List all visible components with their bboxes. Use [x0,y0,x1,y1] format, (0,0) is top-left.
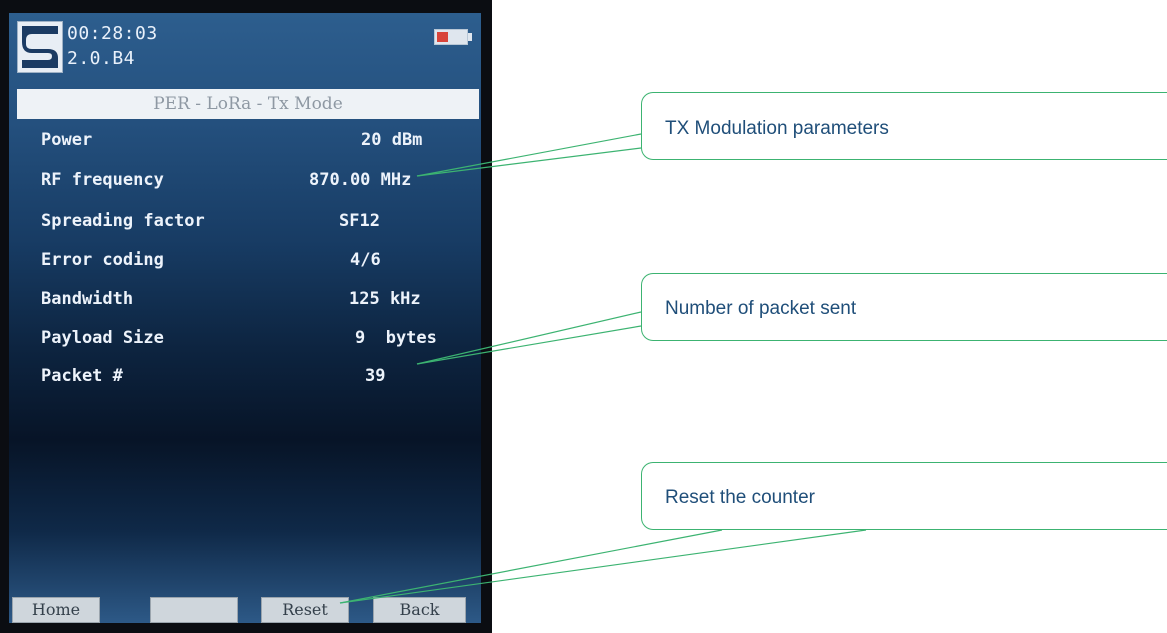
screen-title: PER - LoRa - Tx Mode [17,89,479,119]
param-label: RF frequency [41,170,164,190]
reset-button[interactable]: Reset [261,597,349,623]
param-power: Power 20 dBm [9,130,481,160]
param-payload-size: Payload Size 9 bytes [9,328,481,358]
clock: 00:28:03 [67,23,158,44]
back-button[interactable]: Back [373,597,466,623]
param-value: 39 [365,366,386,386]
semtech-logo-icon [17,21,63,73]
param-label: Error coding [41,250,164,270]
blank-softkey[interactable] [150,597,238,623]
callout-reset-text: Reset the counter [665,487,815,508]
battery-icon [434,29,468,45]
param-rf-frequency: RF frequency 870.00 MHz [9,170,481,200]
param-label: Packet # [41,366,123,386]
param-value: SF12 [339,211,380,231]
param-bandwidth: Bandwidth 125 kHz [9,289,481,319]
param-value: 125 kHz [349,289,421,309]
callout-modulation-text: TX Modulation parameters [665,118,889,139]
param-label: Spreading factor [41,211,205,231]
param-label: Power [41,130,93,150]
param-spreading-factor: Spreading factor SF12 [9,211,481,241]
battery-cap [468,33,472,41]
param-label: Bandwidth [41,289,134,309]
firmware-version: 2.0.B4 [67,48,136,69]
device-screen: 00:28:03 2.0.B4 PER - LoRa - Tx Mode Pow… [9,13,481,623]
callout-packets-text: Number of packet sent [665,298,857,319]
param-value: 4/6 [350,250,381,270]
param-label: Payload Size [41,328,164,348]
param-value: 9 bytes [355,328,437,348]
param-error-coding: Error coding 4/6 [9,250,481,280]
param-value: 870.00 MHz [309,170,412,190]
param-value: 20 dBm [361,130,423,150]
home-button[interactable]: Home [12,597,100,623]
device-photo: 00:28:03 2.0.B4 PER - LoRa - Tx Mode Pow… [0,0,492,633]
param-packet-count: Packet # 39 [9,366,481,396]
